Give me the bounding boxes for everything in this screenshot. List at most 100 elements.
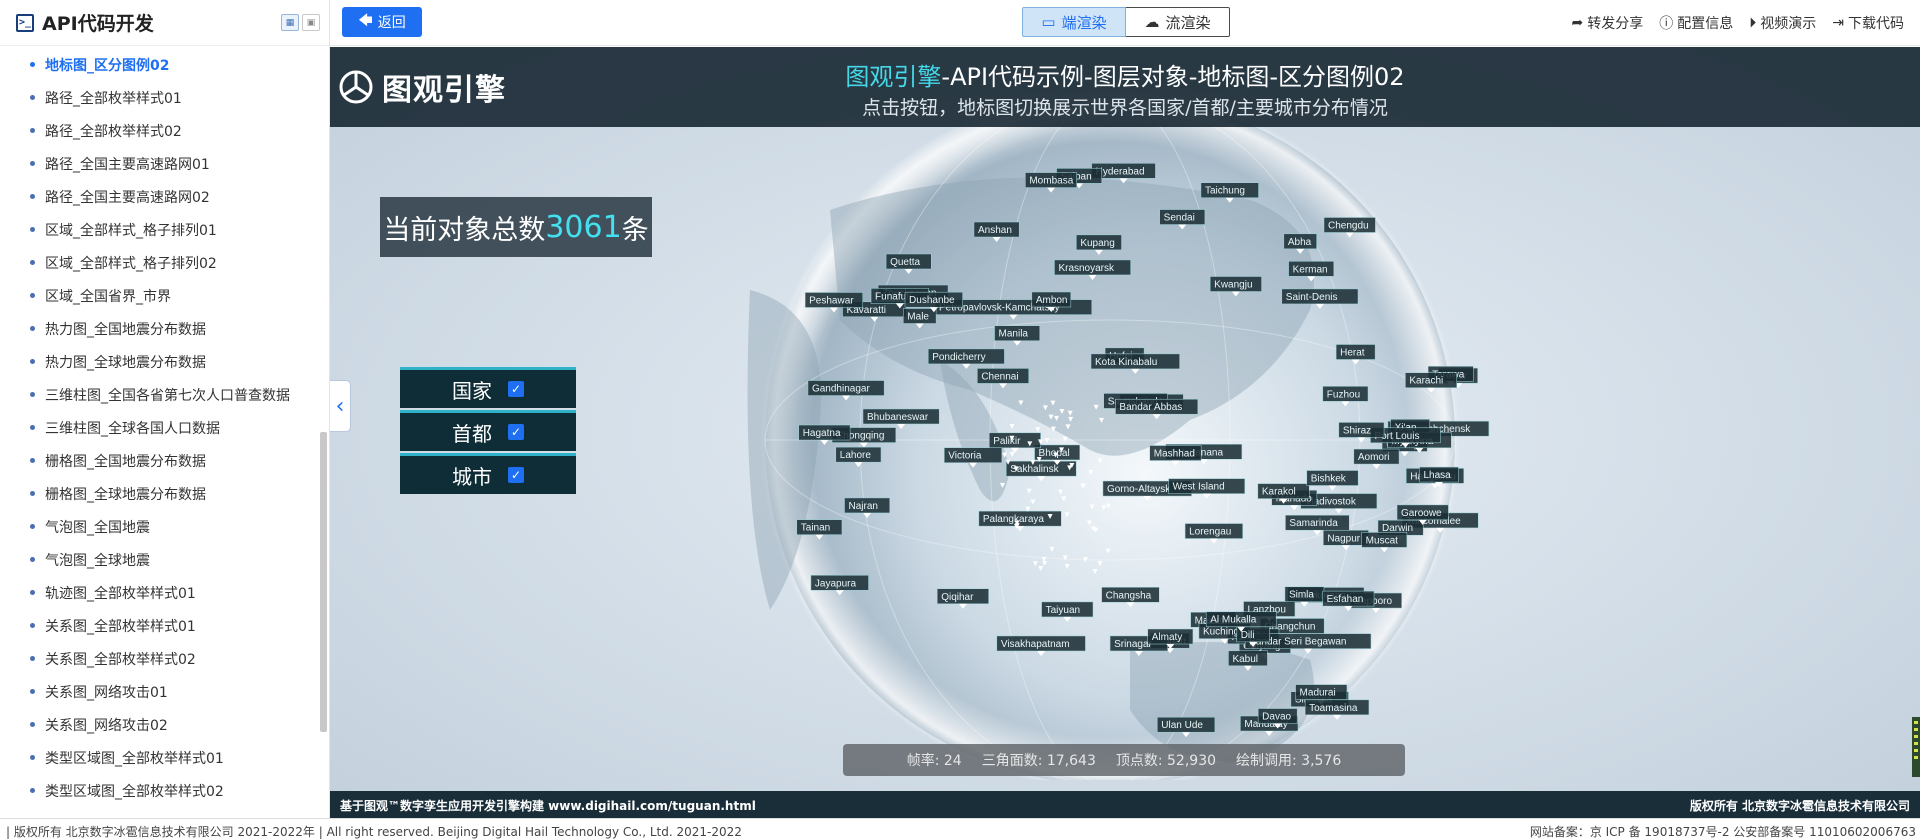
svg-text:Chennai: Chennai <box>981 371 1018 382</box>
site-icp: 网站备案：京 ICP 备 19018737号-2 公安部备案号 11010602… <box>1529 825 1916 839</box>
svg-text:Karachi: Karachi <box>1409 376 1443 387</box>
sidebar-item[interactable]: 区域_全国省界_市界 <box>0 279 320 312</box>
layer-toggle-country[interactable]: 国家 ✓ <box>400 367 576 408</box>
sidebar-item[interactable]: 区域_全部样式_格子排列01 <box>0 213 320 246</box>
sidebar-item[interactable]: 地标图_区分图例02 <box>0 48 320 81</box>
sidebar-item[interactable]: 热力图_全国地震分布数据 <box>0 312 320 345</box>
back-button[interactable]: 🡄 返回 <box>342 7 422 37</box>
layer-label-capital: 首都 <box>452 421 492 446</box>
sidebar-item[interactable]: 关系图_全部枚举样式02 <box>0 642 320 675</box>
edge-scroll-indicator[interactable] <box>1912 717 1920 777</box>
svg-text:Krasnoyarsk: Krasnoyarsk <box>1058 263 1115 274</box>
render-mode-switch: ▭ 端渲染 ☁ 流渲染 <box>1022 7 1230 37</box>
sidebar-item-label: 关系图_全部枚举样式02 <box>45 651 196 668</box>
download-label: 下载代码 <box>1848 16 1904 32</box>
collapse-sidebar-button[interactable]: ‹ <box>330 380 351 432</box>
bullet-icon <box>30 326 35 331</box>
title-banner: 图观引擎 图观引擎-API代码示例-图层对象-地标图-区分图例02 点击按钮，地… <box>330 47 1920 127</box>
sidebar-item[interactable]: 类型区域图_全部枚举样式01 <box>0 741 320 774</box>
sidebar-item-label: 三维柱图_全球各国人口数据 <box>45 420 220 437</box>
stage-copyright: 版权所有 北京数字冰雹信息技术有限公司 <box>1689 799 1910 813</box>
layer-toggle-city[interactable]: 城市 ✓ <box>400 453 576 494</box>
svg-text:Lorengau: Lorengau <box>1189 527 1231 538</box>
svg-text:Qiqihar: Qiqihar <box>941 592 974 603</box>
download-button[interactable]: ⇥ 下载代码 <box>1832 13 1904 33</box>
triangles-stat: 三角面数: 17,643 <box>981 753 1096 769</box>
sidebar-item-label: 栅格图_全球地震分布数据 <box>45 486 206 503</box>
sidebar-item[interactable]: 路径_全国主要高速路网01 <box>0 147 320 180</box>
sidebar-item[interactable]: 热力图_全球地震分布数据 <box>0 345 320 378</box>
svg-text:Visakhapatnam: Visakhapatnam <box>1001 639 1070 650</box>
app-title: API代码开发 <box>42 13 154 35</box>
layer-toggle-capital[interactable]: 首都 ✓ <box>400 410 576 451</box>
svg-text:Gorno-Altaysk: Gorno-Altaysk <box>1107 484 1171 495</box>
client-render-button[interactable]: ▭ 端渲染 <box>1022 7 1126 37</box>
capital-checkbox[interactable]: ✓ <box>508 424 524 440</box>
svg-text:Kota Kinabalu: Kota Kinabalu <box>1095 357 1157 368</box>
svg-text:Al Mukalla: Al Mukalla <box>1210 615 1257 626</box>
svg-text:Taiyuan: Taiyuan <box>1046 605 1080 616</box>
sidebar-scrollbar[interactable] <box>320 432 327 732</box>
count-prefix: 当前对象总数 <box>383 214 546 246</box>
sidebar-item[interactable]: 关系图_全部枚举样式01 <box>0 609 320 642</box>
page-title: 图观引擎-API代码示例-图层对象-地标图-区分图例02 <box>330 57 1920 92</box>
svg-text:Ulan Ude: Ulan Ude <box>1161 720 1203 731</box>
bullet-icon <box>30 590 35 595</box>
image-view-icon[interactable]: ▣ <box>302 14 320 31</box>
bullet-icon <box>30 227 35 232</box>
back-arrow-icon: 🡄 <box>358 13 373 29</box>
bullet-icon <box>30 161 35 166</box>
sidebar-item[interactable]: 气泡图_全国地震 <box>0 510 320 543</box>
info-icon: ⓘ <box>1659 16 1674 32</box>
sidebar-item[interactable]: 三维柱图_全球各国人口数据 <box>0 411 320 444</box>
sidebar-item[interactable]: 区域_全部样式_格子排列02 <box>0 246 320 279</box>
grid-view-icon[interactable]: ▦ <box>281 14 299 31</box>
sidebar-item[interactable]: 气泡图_全球地震 <box>0 543 320 576</box>
sidebar-item[interactable]: 关系图_网络攻击01 <box>0 675 320 708</box>
svg-text:Anshan: Anshan <box>978 225 1012 236</box>
svg-text:Manila: Manila <box>999 329 1029 340</box>
svg-text:Almaty: Almaty <box>1152 632 1183 643</box>
config-button[interactable]: ⓘ 配置信息 <box>1659 13 1733 33</box>
share-button[interactable]: ➦ 转发分享 <box>1572 13 1644 33</box>
svg-text:Sakhalinsk: Sakhalinsk <box>1010 464 1059 475</box>
bullet-icon <box>30 62 35 67</box>
city-checkbox[interactable]: ✓ <box>508 467 524 483</box>
svg-text:Madurai: Madurai <box>1300 688 1336 699</box>
country-checkbox[interactable]: ✓ <box>508 381 524 397</box>
bullet-icon <box>30 722 35 727</box>
svg-text:Sendai: Sendai <box>1164 213 1195 224</box>
svg-text:Toamasina: Toamasina <box>1309 703 1358 714</box>
sidebar-item[interactable]: 路径_全部枚举样式01 <box>0 81 320 114</box>
sidebar-item[interactable]: 类型区域图_全部枚举样式02 <box>0 774 320 807</box>
video-label: 视频演示 <box>1760 16 1817 32</box>
stream-render-label: 流渲染 <box>1165 13 1211 32</box>
render-stage[interactable]: KrasnoyarskGorno-AltayskUlan UdeBlagoves… <box>330 47 1920 818</box>
sidebar-item[interactable]: 栅格图_全球地震分布数据 <box>0 477 320 510</box>
sidebar-item[interactable]: 路径_全部枚举样式02 <box>0 114 320 147</box>
top-toolbar: 🡄 返回 ▭ 端渲染 ☁ 流渲染 ➦ 转发分享 ⓘ 配置信息 ⏵ 视频演示 ⇥ … <box>330 0 1920 46</box>
sidebar-item[interactable]: 三维柱图_全国各省第七次人口普查数据 <box>0 378 320 411</box>
svg-text:Kerman: Kerman <box>1293 264 1328 275</box>
share-icon: ➦ <box>1571 15 1584 31</box>
svg-text:Lahore: Lahore <box>840 450 872 461</box>
stream-render-button[interactable]: ☁ 流渲染 <box>1126 7 1230 37</box>
svg-text:Dili: Dili <box>1241 630 1255 641</box>
svg-text:Herat: Herat <box>1340 348 1365 359</box>
chevron-left-icon: ‹ <box>335 393 345 419</box>
layer-label-country: 国家 <box>452 378 492 403</box>
bullet-icon <box>30 689 35 694</box>
globe-map[interactable]: KrasnoyarskGorno-AltayskUlan UdeBlagoves… <box>710 90 1510 780</box>
page-subtitle: 点击按钮，地标图切换展示世界各国家/首都/主要城市分布情况 <box>862 97 1388 119</box>
sidebar-item[interactable]: 轨迹图_全部枚举样式01 <box>0 576 320 609</box>
bullet-icon <box>30 194 35 199</box>
bullet-icon <box>30 95 35 100</box>
sidebar-item[interactable]: 路径_全国主要高速路网02 <box>0 180 320 213</box>
svg-text:Jayapura: Jayapura <box>815 578 857 589</box>
sidebar-item[interactable]: 栅格图_全国地震分布数据 <box>0 444 320 477</box>
sidebar-item-label: 热力图_全国地震分布数据 <box>45 321 206 338</box>
svg-text:Nagpur: Nagpur <box>1327 533 1360 544</box>
sidebar-item[interactable]: 关系图_网络攻击02 <box>0 708 320 741</box>
svg-text:Quetta: Quetta <box>890 257 920 268</box>
video-button[interactable]: ⏵ 视频演示 <box>1749 13 1816 33</box>
